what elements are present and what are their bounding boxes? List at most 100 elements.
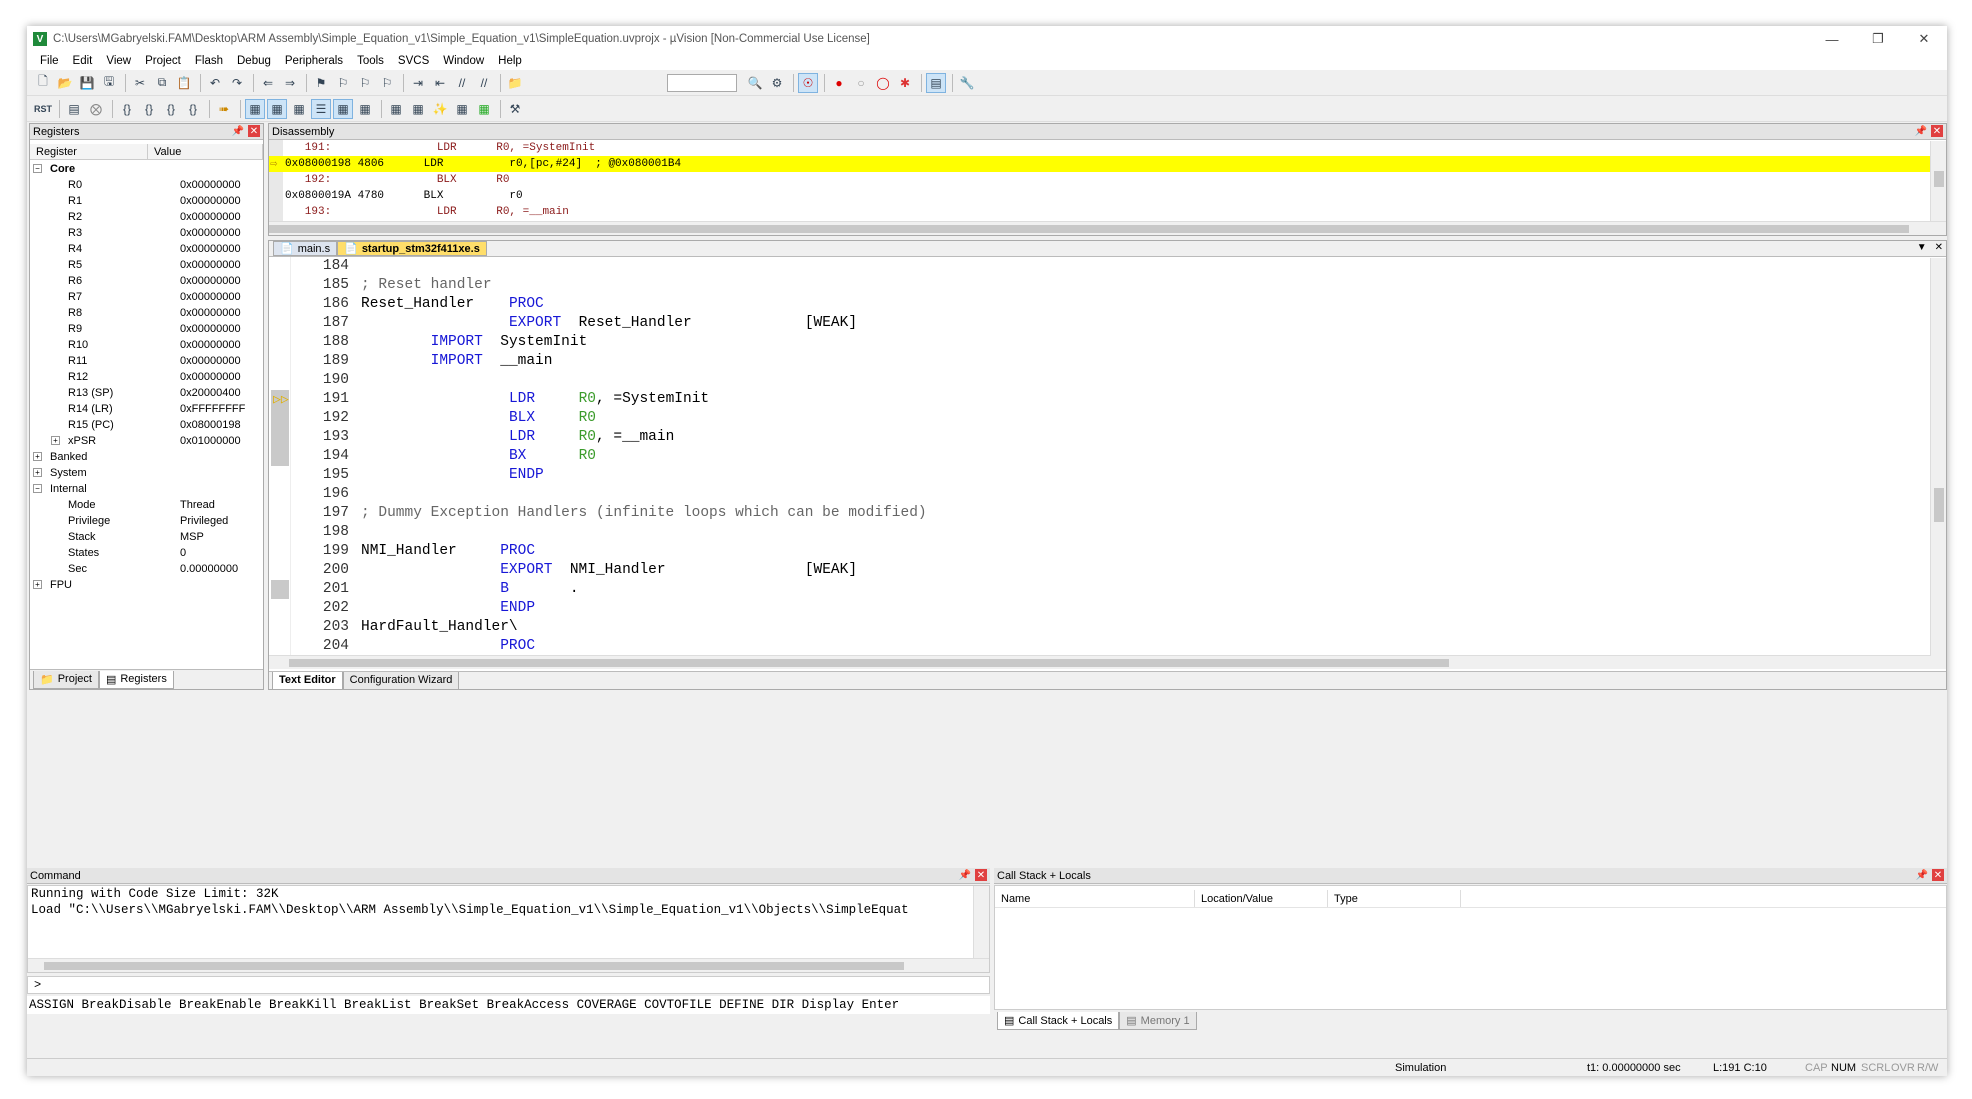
- tree-node-internal[interactable]: − Internal: [30, 481, 263, 497]
- menu-debug[interactable]: Debug: [230, 55, 278, 67]
- trace-window-icon[interactable]: ▦: [452, 99, 472, 119]
- register-value[interactable]: 0x08000198: [180, 417, 241, 433]
- code-line[interactable]: 200 EXPORT NMI_Handler [WEAK]: [269, 561, 1946, 580]
- symbols-window-icon[interactable]: ▦: [289, 99, 309, 119]
- bookmark-icon[interactable]: ⚑: [311, 73, 331, 93]
- system-viewer-icon[interactable]: ▦: [474, 99, 494, 119]
- code-line[interactable]: 203 HardFault_Handler\: [269, 618, 1946, 637]
- register-value[interactable]: 0.00000000: [180, 561, 238, 577]
- command-window-icon[interactable]: ▦: [245, 98, 265, 119]
- disassembly-vscrollbar[interactable]: [1930, 141, 1946, 221]
- disassembly-instruction[interactable]: ⇨ 0x08000198 4806 LDR r0,[pc,#24] ; @0x08…: [269, 156, 1946, 172]
- register-value[interactable]: 0x00000000: [180, 321, 241, 337]
- register-value[interactable]: 0x00000000: [180, 257, 241, 273]
- register-row[interactable]: R15 (PC) 0x08000198: [30, 417, 263, 433]
- disassembly-hscrollbar[interactable]: [269, 221, 1946, 235]
- register-value[interactable]: 0: [180, 545, 186, 561]
- register-value[interactable]: 0xFFFFFFFF: [180, 401, 245, 417]
- register-row[interactable]: R12 0x00000000: [30, 369, 263, 385]
- disassembly-window-icon[interactable]: ▦: [267, 98, 287, 119]
- reset-icon[interactable]: RST: [33, 99, 53, 119]
- comment-icon[interactable]: //: [452, 73, 472, 93]
- tree-node-banked[interactable]: + Banked: [30, 449, 263, 465]
- serial-window-icon[interactable]: ▦: [408, 99, 428, 119]
- internal-row[interactable]: Mode Thread: [30, 497, 263, 513]
- step-out-icon[interactable]: {}: [161, 99, 181, 119]
- close-panel-icon[interactable]: ✕: [248, 125, 260, 137]
- register-row[interactable]: R6 0x00000000: [30, 273, 263, 289]
- register-value[interactable]: MSP: [180, 529, 204, 545]
- close-panel-icon[interactable]: ✕: [1932, 869, 1944, 881]
- register-value[interactable]: 0x00000000: [180, 353, 241, 369]
- register-row[interactable]: R0 0x00000000: [30, 177, 263, 193]
- step-over-icon[interactable]: {}: [139, 99, 159, 119]
- executable-line-marker[interactable]: [271, 409, 289, 428]
- configure-icon[interactable]: 🔧: [957, 73, 977, 93]
- incremental-find-icon[interactable]: ⚙: [767, 73, 787, 93]
- menu-file[interactable]: File: [33, 55, 66, 67]
- tree-node-core[interactable]: − Core: [30, 161, 263, 177]
- stop-icon[interactable]: ⨂: [86, 99, 106, 119]
- undo-icon[interactable]: ↶: [205, 73, 225, 93]
- code-line[interactable]: 193 LDR R0, =__main: [269, 428, 1946, 447]
- breakpoint-disable-icon[interactable]: ○: [851, 73, 871, 93]
- new-file-icon[interactable]: 🗋: [33, 73, 53, 93]
- bookmark-clear-icon[interactable]: ⚐: [377, 73, 397, 93]
- breakpoint-disable-all-icon[interactable]: ◯: [873, 73, 893, 93]
- expand-icon[interactable]: +: [33, 580, 42, 589]
- disassembly-instruction[interactable]: 0x0800019A 4780 BLX r0: [269, 188, 1946, 204]
- find-combo[interactable]: [667, 73, 737, 92]
- find-in-files-icon[interactable]: 📁: [505, 73, 525, 93]
- executable-line-marker[interactable]: [271, 580, 289, 599]
- editor-vscrollbar[interactable]: [1930, 258, 1946, 656]
- register-value[interactable]: 0x00000000: [180, 369, 241, 385]
- register-value[interactable]: 0x20000400: [180, 385, 241, 401]
- code-line[interactable]: 202 ENDP: [269, 599, 1946, 618]
- show-next-statement-icon[interactable]: ➠: [214, 99, 234, 119]
- step-into-icon[interactable]: {}: [117, 99, 137, 119]
- code-line[interactable]: 190: [269, 371, 1946, 390]
- code-editor[interactable]: 184 185 ; Reset handler 186 Reset_Handler PR…: [269, 257, 1946, 669]
- internal-row[interactable]: States 0: [30, 545, 263, 561]
- register-row[interactable]: R10 0x00000000: [30, 337, 263, 353]
- name-column-header[interactable]: Name: [995, 890, 1195, 907]
- close-icon[interactable]: ✕: [1901, 26, 1947, 52]
- register-row[interactable]: R4 0x00000000: [30, 241, 263, 257]
- pin-icon[interactable]: 📌: [232, 125, 244, 137]
- command-input[interactable]: >: [27, 976, 990, 994]
- debug-session-icon[interactable]: ☉: [798, 72, 818, 93]
- register-row[interactable]: R8 0x00000000: [30, 305, 263, 321]
- register-row[interactable]: R3 0x00000000: [30, 225, 263, 241]
- code-line[interactable]: 187 EXPORT Reset_Handler [WEAK]: [269, 314, 1946, 333]
- register-row[interactable]: R11 0x00000000: [30, 353, 263, 369]
- register-row[interactable]: R2 0x00000000: [30, 209, 263, 225]
- menu-peripherals[interactable]: Peripherals: [278, 55, 350, 67]
- save-icon[interactable]: 💾: [77, 73, 97, 93]
- bookmark-prev-icon[interactable]: ⚐: [333, 73, 353, 93]
- bookmark-next-icon[interactable]: ⚐: [355, 73, 375, 93]
- run-icon[interactable]: ▤: [64, 99, 84, 119]
- command-hscrollbar[interactable]: [28, 958, 989, 972]
- code-line[interactable]: 195 ENDP: [269, 466, 1946, 485]
- disassembly-view[interactable]: 191: LDR R0, =SystemInit ⇨ 0x08000198 4806…: [269, 140, 1946, 222]
- tab-callstack-locals[interactable]: ▤ Call Stack + Locals: [997, 1012, 1120, 1030]
- breakpoint-icon[interactable]: ●: [829, 73, 849, 93]
- breakpoint-kill-all-icon[interactable]: ✱: [895, 73, 915, 93]
- command-vscrollbar[interactable]: [973, 886, 989, 958]
- collapse-icon[interactable]: −: [33, 484, 42, 493]
- value-column-header[interactable]: Value: [148, 144, 263, 159]
- code-line[interactable]: 198: [269, 523, 1946, 542]
- expand-icon[interactable]: +: [33, 468, 42, 477]
- menu-project[interactable]: Project: [138, 55, 188, 67]
- menu-svcs[interactable]: SVCS: [391, 55, 436, 67]
- memory-window-icon[interactable]: ▦: [386, 99, 406, 119]
- menu-tools[interactable]: Tools: [350, 55, 391, 67]
- tab-project[interactable]: 📁 Project: [33, 670, 99, 689]
- find-icon[interactable]: 🔍: [745, 73, 765, 93]
- register-column-header[interactable]: Register: [30, 144, 148, 159]
- menu-view[interactable]: View: [99, 55, 138, 67]
- menu-edit[interactable]: Edit: [66, 55, 100, 67]
- executable-line-marker[interactable]: [271, 428, 289, 447]
- save-all-icon[interactable]: 🖫: [99, 73, 119, 93]
- window-layout-icon[interactable]: ▤: [926, 72, 946, 93]
